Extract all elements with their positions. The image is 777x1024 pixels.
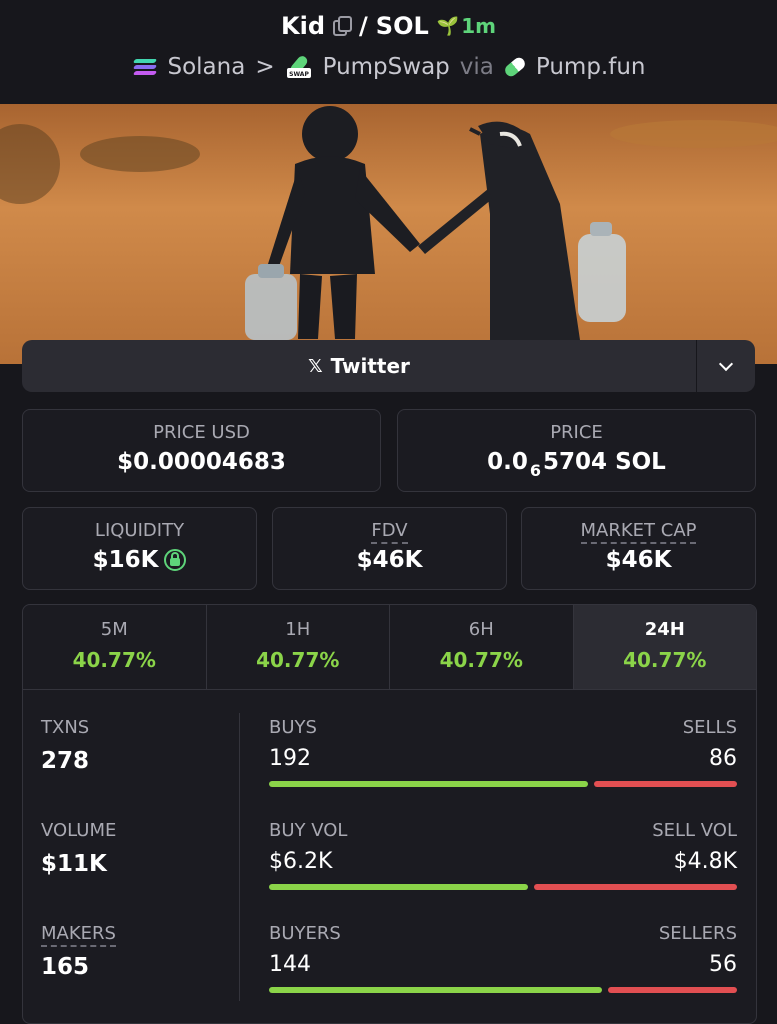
- token-name: Kid: [281, 12, 326, 40]
- chevron-down-icon: [718, 356, 734, 372]
- copy-icon[interactable]: [333, 16, 353, 36]
- pair-separator: /: [359, 12, 368, 40]
- banner-image: [0, 104, 777, 364]
- tab-5m[interactable]: 5M 40.77%: [23, 605, 207, 689]
- pill-icon: [502, 55, 528, 79]
- tab-change: 40.77%: [439, 648, 523, 672]
- buy-bar-segment: [269, 884, 528, 890]
- price-native-label: PRICE: [550, 422, 603, 443]
- volume-split-bar: [269, 884, 737, 890]
- fdv-card: FDV $46K: [272, 507, 507, 590]
- twitter-bar: 𝕏 Twitter: [22, 340, 755, 392]
- price-zero-count: 6: [529, 460, 542, 480]
- buy-vol-value: $6.2K: [269, 849, 333, 874]
- sprout-icon: 🌱: [436, 15, 460, 37]
- sellers-label: SELLERS: [658, 923, 737, 944]
- pair-title: Kid / SOL 🌱 1m: [0, 12, 777, 40]
- tab-change: 40.77%: [72, 648, 156, 672]
- liquidity-label: LIQUIDITY: [94, 520, 185, 541]
- chain-link[interactable]: Solana: [168, 54, 246, 80]
- fdv-label[interactable]: FDV: [371, 520, 408, 544]
- pair-source: Solana > SWAP PumpSwap via Pump.fun: [0, 54, 777, 80]
- buyers-value: 144: [269, 952, 311, 977]
- price-usd-value: $0.00004683: [117, 449, 286, 475]
- buys-sells-row: BUYS SELLS 192 86: [269, 717, 737, 787]
- makers-metric: MAKERS 165: [41, 923, 116, 980]
- x-logo-icon: 𝕏: [308, 355, 323, 377]
- sell-bar-segment: [533, 884, 737, 890]
- buyers-label: BUYERS: [269, 923, 341, 944]
- price-prefix: 0.0: [487, 449, 528, 475]
- buys-value: 192: [269, 746, 311, 771]
- sells-label: SELLS: [682, 717, 737, 738]
- volume-value: $11K: [41, 851, 107, 877]
- sellers-value: 56: [709, 952, 737, 977]
- launchpad-link[interactable]: Pump.fun: [536, 54, 646, 80]
- volume-split-row: BUY VOL SELL VOL $6.2K $4.8K: [269, 820, 737, 890]
- price-native-value: 0.0 6 5704 SOL: [398, 449, 755, 480]
- price-usd-card: PRICE USD $0.00004683: [22, 409, 381, 492]
- sells-value: 86: [709, 746, 737, 771]
- tab-label: 6H: [468, 619, 494, 640]
- quote-token: SOL: [375, 12, 429, 40]
- price-suffix: 5704 SOL: [543, 449, 666, 475]
- buyers-sellers-bar: [269, 987, 737, 993]
- liquidity-value-row: $16K: [23, 547, 256, 573]
- pumpswap-icon: SWAP: [286, 56, 311, 78]
- market-cap-value: $46K: [605, 547, 672, 573]
- sell-bar-segment: [607, 987, 737, 993]
- makers-value: 165: [41, 954, 90, 980]
- sell-vol-label: SELL VOL: [652, 820, 737, 841]
- buys-label: BUYS: [269, 717, 317, 738]
- stats-panel: 5M 40.77% 1H 40.77% 6H 40.77% 24H 40.77%…: [22, 604, 757, 1024]
- volume-label: VOLUME: [41, 820, 117, 841]
- buy-bar-segment: [269, 987, 602, 993]
- market-cap-label[interactable]: MARKET CAP: [580, 520, 697, 544]
- tab-label: 24H: [644, 619, 685, 640]
- tab-label: 5M: [100, 619, 128, 640]
- twitter-label: Twitter: [330, 354, 410, 378]
- txns-label: TXNS: [41, 717, 90, 738]
- tab-24h[interactable]: 24H 40.77%: [573, 605, 756, 689]
- pair-header: Kid / SOL 🌱 1m Solana > SWAP PumpSwap vi…: [0, 0, 777, 104]
- buyers-sellers-row: BUYERS SELLERS 144 56: [269, 923, 737, 993]
- sell-vol-value: $4.8K: [673, 849, 737, 874]
- svg-text:SWAP: SWAP: [289, 71, 309, 78]
- buy-vol-label: BUY VOL: [269, 820, 348, 841]
- market-cap-card: MARKET CAP $46K: [521, 507, 756, 590]
- tab-6h[interactable]: 6H 40.77%: [390, 605, 574, 689]
- chevron-right-icon: >: [255, 54, 275, 80]
- price-usd-label: PRICE USD: [153, 422, 250, 443]
- token-banner: [0, 104, 777, 364]
- solana-icon: [132, 57, 158, 77]
- makers-label[interactable]: MAKERS: [41, 923, 116, 947]
- price-native-card: PRICE 0.0 6 5704 SOL: [397, 409, 756, 492]
- sell-bar-segment: [593, 781, 737, 787]
- tab-change: 40.77%: [256, 648, 340, 672]
- via-text: via: [459, 54, 494, 80]
- volume-metric: VOLUME $11K: [41, 820, 116, 877]
- twitter-button[interactable]: 𝕏 Twitter: [22, 340, 696, 392]
- tab-change: 40.77%: [623, 648, 707, 672]
- lock-icon[interactable]: [164, 549, 187, 571]
- tab-label: 1H: [285, 619, 311, 640]
- age-value: 1m: [461, 14, 496, 38]
- txns-value: 278: [41, 748, 90, 774]
- buy-bar-segment: [269, 781, 588, 787]
- fdv-value: $46K: [356, 547, 423, 573]
- links-dropdown-button[interactable]: [696, 340, 755, 392]
- liquidity-value: $16K: [92, 547, 159, 573]
- column-divider: [239, 713, 240, 1001]
- buys-sells-bar: [269, 781, 737, 787]
- timeframe-tabs: 5M 40.77% 1H 40.77% 6H 40.77% 24H 40.77%: [23, 605, 756, 690]
- pair-age: 🌱 1m: [437, 14, 496, 38]
- tab-1h[interactable]: 1H 40.77%: [207, 605, 390, 689]
- liquidity-card: LIQUIDITY $16K: [22, 507, 257, 590]
- txns-metric: TXNS 278: [41, 717, 89, 774]
- dex-link[interactable]: PumpSwap: [323, 54, 450, 80]
